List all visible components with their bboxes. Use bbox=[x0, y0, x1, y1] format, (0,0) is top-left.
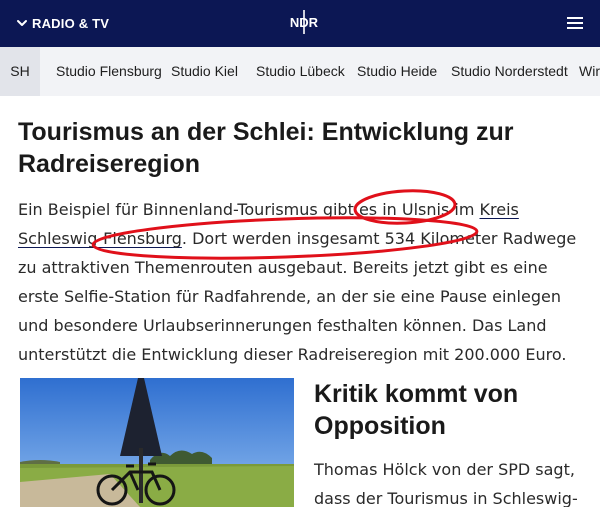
hamburger-menu-icon[interactable] bbox=[565, 14, 585, 32]
tab-sh[interactable]: SH bbox=[0, 47, 40, 96]
top-bar: RADIO & TV NDR bbox=[0, 0, 600, 47]
paragraph-text-rest: . Dort werden insgesamt 534 Kilometer Ra… bbox=[18, 229, 577, 364]
tab-studio-kiel[interactable]: Studio Kiel bbox=[171, 47, 238, 96]
studio-tabs: SH Studio Flensburg Studio Kiel Studio L… bbox=[0, 47, 600, 96]
tab-wir[interactable]: Wir bbox=[579, 47, 600, 96]
tab-studio-heide[interactable]: Studio Heide bbox=[357, 47, 437, 96]
radio-tv-label: RADIO & TV bbox=[32, 15, 110, 31]
tab-studio-flensburg[interactable]: Studio Flensburg bbox=[56, 47, 162, 96]
article-paragraph: Ein Beispiel für Binnenland-Tourismus gi… bbox=[18, 195, 592, 369]
article-photo[interactable] bbox=[20, 378, 294, 507]
paragraph-text-start: Ein Beispiel für Binnenland-Tourismus gi… bbox=[18, 200, 480, 219]
radio-tv-dropdown[interactable]: RADIO & TV bbox=[16, 13, 109, 33]
section-subhead: Kritik kommt von Opposition bbox=[314, 380, 519, 440]
article-headline: Tourismus an der Schlei: Entwicklung zur… bbox=[18, 118, 514, 178]
tab-studio-norderstedt[interactable]: Studio Norderstedt bbox=[451, 47, 568, 96]
chevron-down-icon bbox=[17, 20, 27, 26]
tab-studio-luebeck[interactable]: Studio Lübeck bbox=[256, 47, 345, 96]
ndr-logo-icon[interactable]: NDR bbox=[285, 9, 323, 35]
section-text: Thomas Hölck von der SPD sagt, dass der … bbox=[314, 460, 578, 507]
